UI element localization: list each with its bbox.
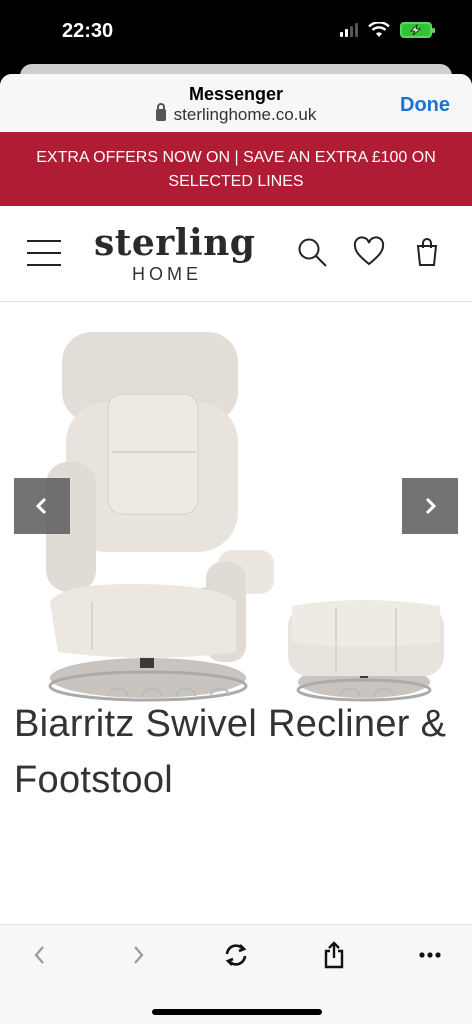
carousel-prev-button[interactable] bbox=[14, 478, 70, 534]
browser-header: Messenger sterlinghome.co.uk Done bbox=[0, 74, 472, 132]
url-text: sterlinghome.co.uk bbox=[173, 105, 317, 124]
done-button[interactable]: Done bbox=[400, 94, 450, 117]
site-header: sterling HOME bbox=[0, 206, 472, 302]
logo[interactable]: sterling bbox=[94, 222, 255, 264]
share-button[interactable] bbox=[314, 935, 354, 975]
chevron-right-icon bbox=[134, 946, 144, 964]
carousel-dots[interactable] bbox=[108, 688, 230, 696]
promo-text: EXTRA OFFERS NOW ON | SAVE AN EXTRA £100… bbox=[36, 149, 436, 190]
home-indicator[interactable] bbox=[152, 1009, 322, 1015]
carousel-dots-secondary bbox=[340, 688, 394, 696]
more-icon bbox=[419, 952, 441, 958]
hamburger-icon[interactable] bbox=[27, 240, 61, 266]
chevron-right-icon bbox=[425, 497, 437, 515]
refresh-icon bbox=[225, 944, 247, 966]
shopping-bag-icon[interactable] bbox=[412, 236, 444, 268]
forward-button[interactable] bbox=[118, 935, 158, 975]
refresh-button[interactable] bbox=[216, 935, 256, 975]
browser-sheet: Messenger sterlinghome.co.uk Done EXTRA … bbox=[0, 74, 472, 1024]
carousel-next-button[interactable] bbox=[402, 478, 458, 534]
wifi-icon bbox=[368, 22, 390, 37]
status-time: 22:30 bbox=[62, 20, 114, 42]
signal-icon bbox=[340, 23, 358, 37]
promo-banner[interactable]: EXTRA OFFERS NOW ON | SAVE AN EXTRA £100… bbox=[0, 132, 472, 206]
status-bar: 22:30 bbox=[0, 0, 472, 66]
browser-toolbar bbox=[0, 924, 472, 1024]
lock-icon bbox=[155, 103, 166, 121]
chevron-left-icon bbox=[35, 497, 47, 515]
share-icon bbox=[324, 941, 344, 969]
chevron-left-icon bbox=[34, 946, 44, 964]
status-icons bbox=[340, 22, 435, 38]
search-icon[interactable] bbox=[296, 236, 328, 268]
product-title: Biarritz Swivel Recliner & Footstool bbox=[14, 703, 447, 801]
more-button[interactable] bbox=[410, 935, 450, 975]
heart-icon[interactable] bbox=[353, 236, 385, 268]
logo-subtitle: HOME bbox=[132, 264, 202, 284]
back-button[interactable] bbox=[20, 935, 60, 975]
battery-icon bbox=[400, 22, 435, 38]
product-image-carousel[interactable] bbox=[0, 302, 472, 722]
